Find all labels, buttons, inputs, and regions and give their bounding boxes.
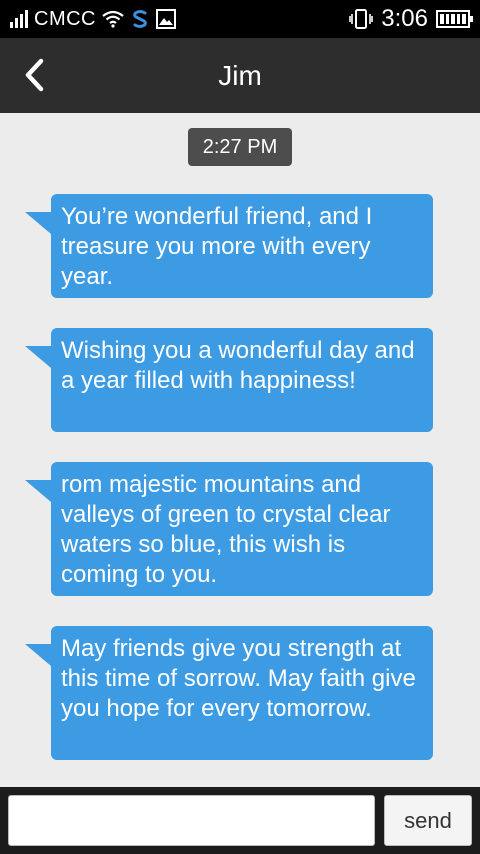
clock: 3:06 [381,5,428,32]
carrier-label: CMCC [34,7,96,30]
message-text: May friends give you strength at this ti… [61,635,416,722]
s-app-icon [133,10,147,28]
signal-icon [10,10,28,28]
composer-bar: send [0,787,480,854]
status-bar: CMCC 3:06 [0,0,480,38]
message-text: You’re wonderful friend, and I treasure … [61,203,373,290]
message-text: rom majestic mountains and valleys of gr… [61,471,391,588]
send-button[interactable]: send [384,795,472,846]
message-text: Wishing you a wonderful day and a year f… [61,337,415,394]
message-bubble[interactable]: Wishing you a wonderful day and a year f… [25,328,433,432]
message-input[interactable] [8,795,375,846]
contact-name-title: Jim [218,60,262,91]
message-bubble[interactable]: You’re wonderful friend, and I treasure … [25,194,433,298]
message-bubble[interactable]: May friends give you strength at this ti… [25,626,433,760]
message-bubble[interactable]: rom majestic mountains and valleys of gr… [25,462,433,596]
message-list[interactable]: 2:27 PM You’re wonderful friend, and I t… [0,113,480,787]
header-bar: Jim [0,38,480,113]
message-timestamp: 2:27 PM [188,128,292,166]
vibrate-icon [349,9,374,29]
wifi-icon [102,10,124,28]
status-bar-right: 3:06 [349,5,473,33]
battery-icon [436,10,473,28]
status-bar-left: CMCC [10,8,176,31]
image-icon [156,9,176,29]
